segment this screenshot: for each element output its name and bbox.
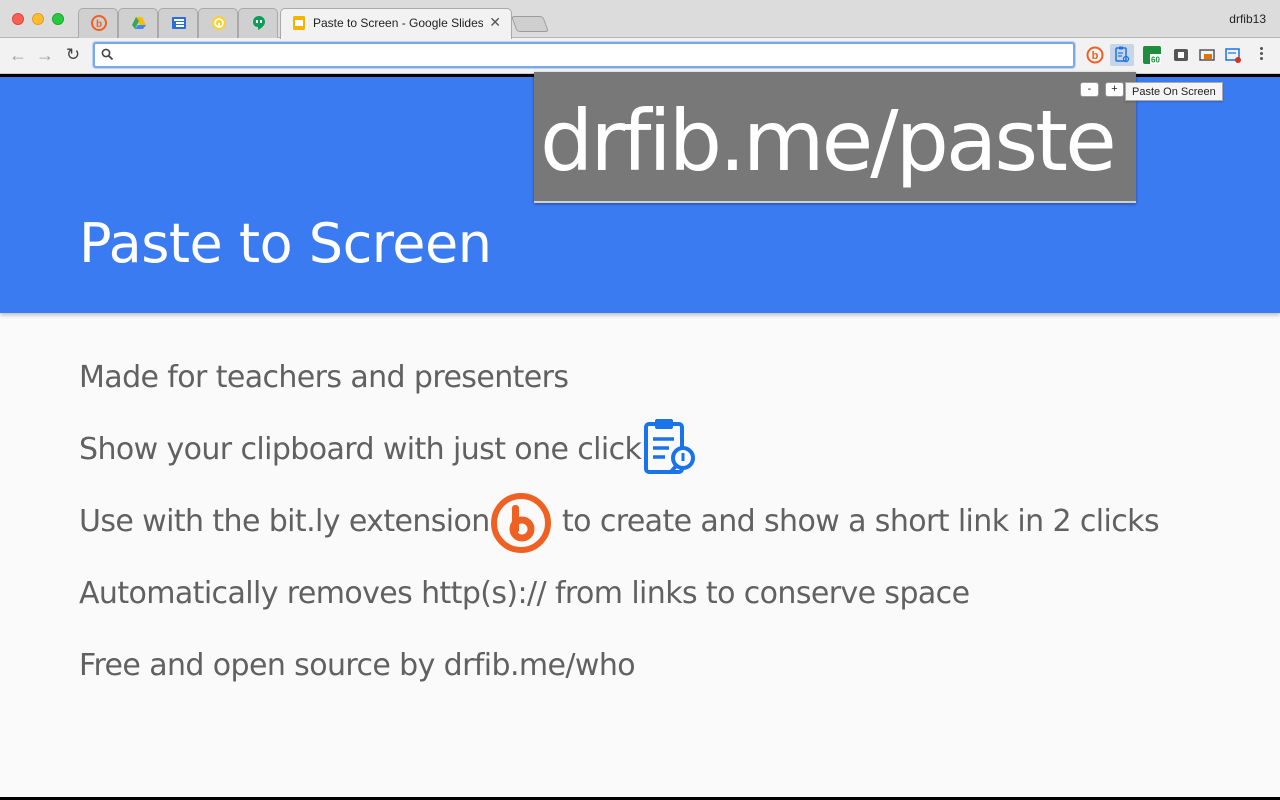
svg-text:b: b [1092,50,1099,62]
bullet-5: Free and open source by drfib.me/who [79,648,635,683]
tab-google-tasks[interactable] [158,8,198,38]
close-tab-icon[interactable]: ✕ [489,14,501,31]
bullet-1: Made for teachers and presenters [79,360,568,395]
bullet-4: Automatically removes http(s):// from li… [79,576,969,611]
bullet-2: Show your clipboard with just one click [79,432,641,467]
browser-toolbar: ← → ↻ b 60 [0,38,1280,74]
new-tab-button[interactable] [511,16,549,32]
bullet-3-continuation: to create and show a short link in 2 cli… [562,504,1159,539]
zoom-out-button[interactable]: - [1080,82,1099,97]
svg-text:b: b [96,19,102,30]
timer-60-icon[interactable]: 60 [1142,45,1162,65]
tab-paste-to-screen[interactable]: Paste to Screen - Google Slides ✕ [280,8,512,39]
tab-hangouts[interactable] [238,8,278,38]
bitly-extension-icon[interactable]: b [1086,46,1104,64]
tab-strip: b Pas [0,0,1280,38]
slide-title: Paste to Screen [79,212,491,275]
minimize-window-button[interactable] [32,13,44,25]
tab-keep[interactable] [198,8,238,38]
address-bar[interactable] [93,42,1075,68]
bullet-3-text: Use with the bit.ly extension [79,504,490,539]
address-input[interactable] [121,46,1061,64]
tab-google-drive[interactable] [118,8,158,38]
forward-arrow-icon[interactable]: → [35,45,55,65]
bitly-icon: b [91,15,107,31]
google-slides-icon [291,15,307,31]
tab-bitly[interactable]: b [78,8,118,38]
cast-icon[interactable] [1198,46,1216,64]
lightbulb-icon [211,15,227,31]
reload-icon[interactable]: ↻ [63,45,83,65]
pasted-clipboard-text: drfib.me/paste [540,92,1114,190]
hangouts-icon [251,15,267,31]
zoom-in-button[interactable]: + [1105,82,1124,97]
back-arrow-icon[interactable]: ← [8,45,28,65]
svg-text:60: 60 [1151,56,1160,65]
bullet-2-text: Show your clipboard with just one click [79,432,641,467]
list-icon [171,15,187,31]
clipboard-search-icon [643,417,697,479]
extension-tooltip: Paste On Screen [1125,82,1223,101]
maximize-window-button[interactable] [52,13,64,25]
paste-on-screen-icon [1110,44,1134,66]
bitly-logo-icon [490,492,552,554]
screenshot-icon[interactable] [1224,46,1242,64]
google-drive-icon [131,15,147,31]
tab-title: Paste to Screen - Google Slides [313,16,483,30]
search-icon [101,48,114,61]
pocket-icon[interactable] [1172,46,1190,64]
paste-overlay: drfib.me/paste - + [534,72,1136,203]
profile-name[interactable]: drfib13 [1229,12,1266,26]
paste-on-screen-button[interactable] [1110,44,1134,66]
menu-icon[interactable] [1260,47,1264,62]
close-window-button[interactable] [12,13,24,25]
bullet-3: Use with the bit.ly extension [79,504,490,539]
